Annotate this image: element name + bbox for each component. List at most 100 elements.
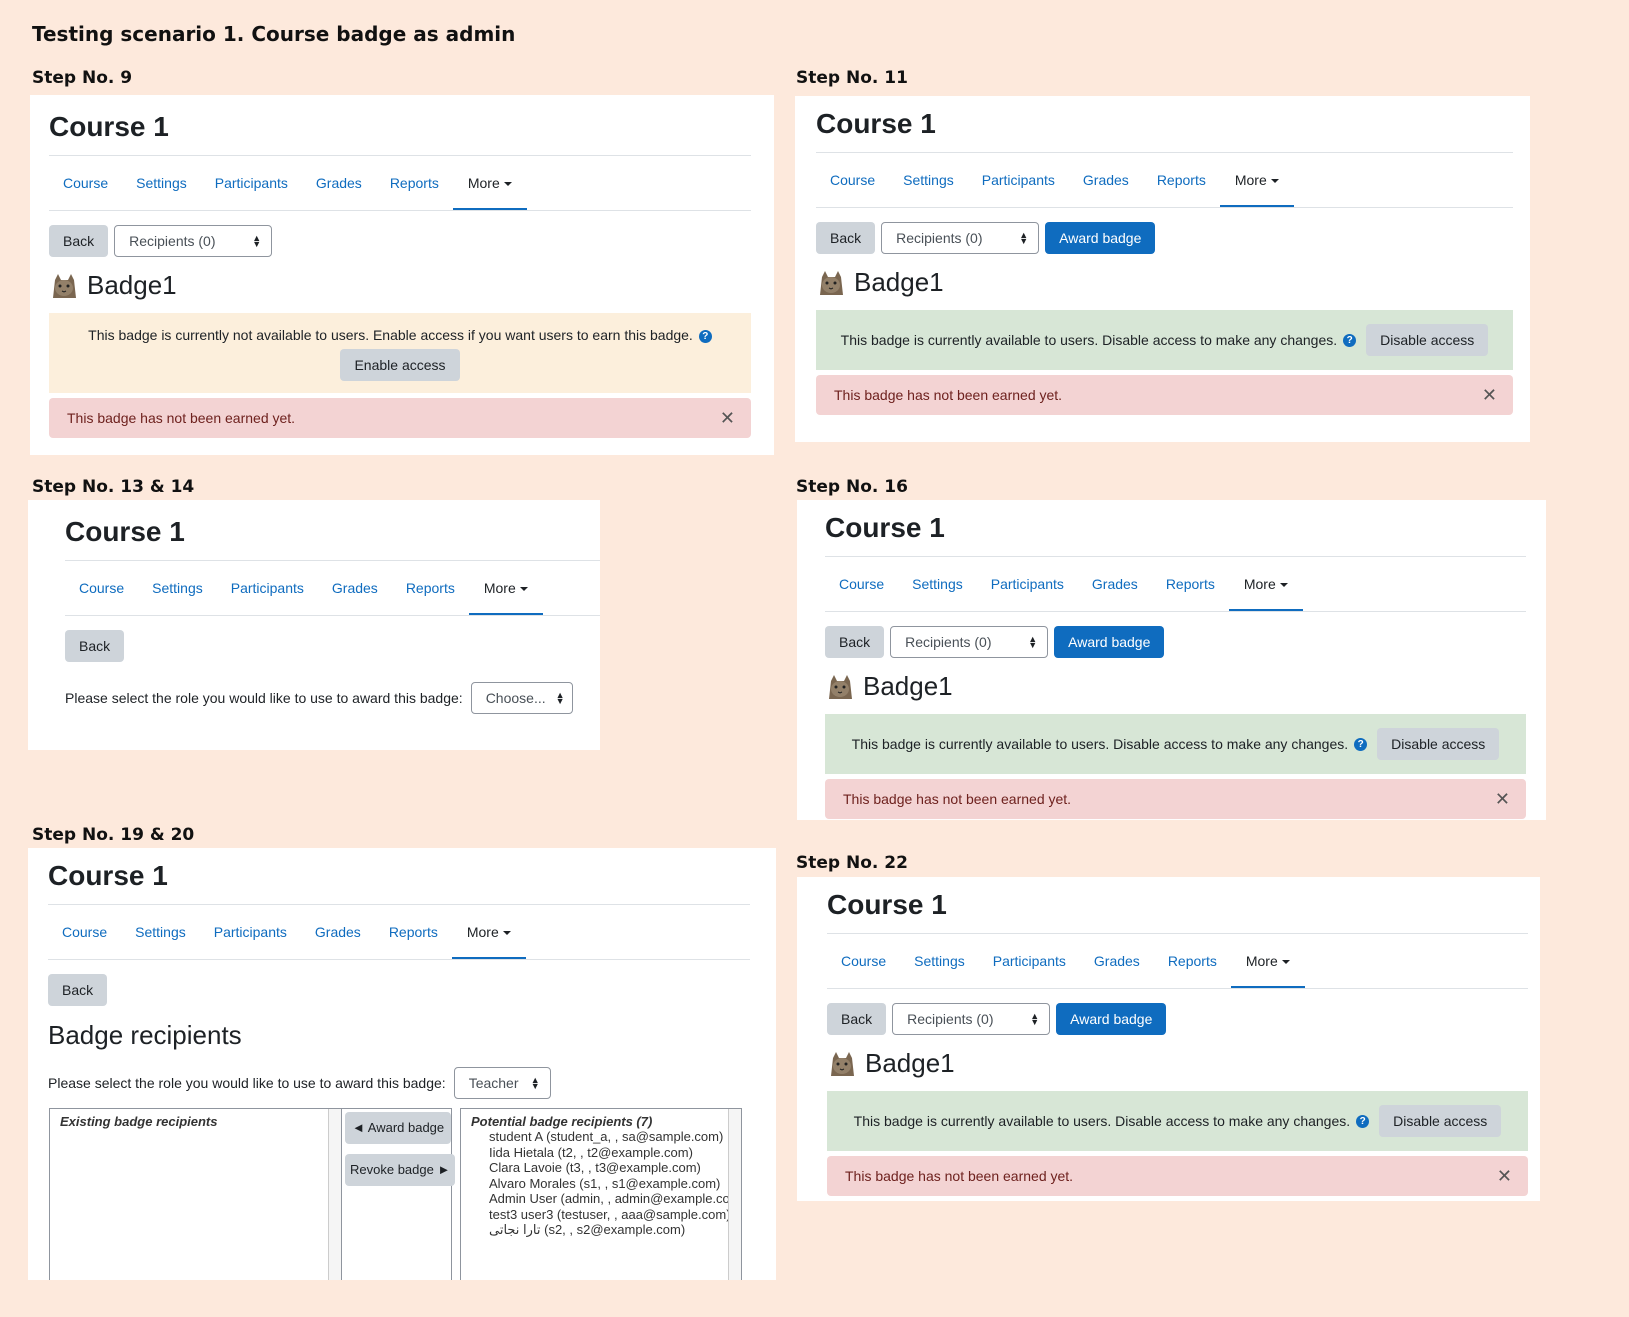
tab-participants[interactable]: Participants xyxy=(217,561,318,615)
tab-participants[interactable]: Participants xyxy=(968,153,1069,207)
back-button[interactable]: Back xyxy=(827,1003,887,1035)
tab-reports[interactable]: Reports xyxy=(1143,153,1220,207)
tab-participants[interactable]: Participants xyxy=(979,934,1080,988)
tab-grades[interactable]: Grades xyxy=(1069,153,1143,207)
revoke-badge-button[interactable]: Revoke badge ► xyxy=(345,1154,456,1186)
availability-alert: This badge is currently available to use… xyxy=(827,1091,1528,1151)
step-16-panel: Course 1 Course Settings Participants Gr… xyxy=(797,500,1546,820)
list-item[interactable]: Iida Hietala (t2, , t2@example.com) xyxy=(461,1145,741,1161)
close-icon[interactable]: ✕ xyxy=(720,408,735,429)
list-item[interactable]: student A (student_a, , sa@sample.com) xyxy=(461,1129,741,1145)
close-icon[interactable]: ✕ xyxy=(1495,789,1510,810)
caret-down-icon xyxy=(1270,179,1279,184)
tab-participants[interactable]: Participants xyxy=(201,156,302,210)
tab-reports[interactable]: Reports xyxy=(1154,934,1231,988)
tab-course[interactable]: Course xyxy=(65,561,138,615)
tab-more-label: More xyxy=(1245,953,1278,969)
award-badge-button[interactable]: Award badge xyxy=(1045,222,1156,254)
recipients-select[interactable]: Recipients (0) ▲ ▼ xyxy=(881,222,1040,254)
secondary-nav: Course Settings Participants Grades Repo… xyxy=(816,153,1513,208)
tab-settings[interactable]: Settings xyxy=(889,153,968,207)
tab-grades[interactable]: Grades xyxy=(302,156,376,210)
recipients-select[interactable]: Recipients (0) ▲ ▼ xyxy=(892,1003,1051,1035)
back-button[interactable]: Back xyxy=(48,974,108,1006)
help-icon[interactable]: ? xyxy=(1354,737,1368,751)
recipients-select-value: Recipients (0) xyxy=(129,233,216,249)
scrollbar[interactable] xyxy=(328,1109,341,1280)
tab-course[interactable]: Course xyxy=(816,153,889,207)
help-icon[interactable]: ? xyxy=(698,329,712,343)
role-select[interactable]: Choose... ▲ ▼ xyxy=(470,682,573,714)
tab-reports[interactable]: Reports xyxy=(392,561,469,615)
role-select[interactable]: Teacher ▲ ▼ xyxy=(453,1067,551,1099)
disable-access-button[interactable]: Disable access xyxy=(1366,324,1489,356)
award-badge-button[interactable]: Award badge xyxy=(1056,1003,1167,1035)
tab-course[interactable]: Course xyxy=(825,557,898,611)
tab-settings[interactable]: Settings xyxy=(898,557,977,611)
tab-more[interactable]: More xyxy=(452,156,527,210)
help-icon[interactable]: ? xyxy=(1343,333,1357,347)
enable-access-button[interactable]: Enable access xyxy=(340,349,460,381)
tab-participants[interactable]: Participants xyxy=(200,905,301,959)
document-title: Testing scenario 1. Course badge as admi… xyxy=(32,22,516,46)
tab-more[interactable]: More xyxy=(1230,934,1305,988)
award-badge-arrow-button[interactable]: ◄ Award badge xyxy=(345,1112,452,1144)
close-icon[interactable]: ✕ xyxy=(1482,385,1497,406)
tab-grades[interactable]: Grades xyxy=(301,905,375,959)
tab-course[interactable]: Course xyxy=(827,934,900,988)
tab-course[interactable]: Course xyxy=(49,156,122,210)
tab-reports[interactable]: Reports xyxy=(376,156,453,210)
back-button[interactable]: Back xyxy=(816,222,876,254)
tab-more[interactable]: More xyxy=(1228,557,1303,611)
tab-grades[interactable]: Grades xyxy=(318,561,392,615)
tab-course[interactable]: Course xyxy=(48,905,121,959)
step-22-label: Step No. 22 xyxy=(796,853,908,873)
disable-access-button[interactable]: Disable access xyxy=(1377,728,1500,760)
list-item[interactable]: test3 user3 (testuser, , aaa@sample.com) xyxy=(461,1207,741,1223)
badge-name: Badge1 xyxy=(865,1047,955,1078)
list-item[interactable]: Admin User (admin, , admin@example.co xyxy=(461,1191,741,1207)
tab-more-label: More xyxy=(483,580,516,596)
role-select-value: Choose... xyxy=(485,690,546,706)
potential-recipients-title: Potential badge recipients (7) xyxy=(471,1114,653,1129)
availability-alert: This badge is currently not available to… xyxy=(49,313,751,393)
close-icon[interactable]: ✕ xyxy=(1497,1166,1512,1187)
list-item[interactable]: Clara Lavoie (t3, , t3@example.com) xyxy=(461,1160,741,1176)
potential-recipients-list[interactable]: Potential badge recipients (7) student A… xyxy=(460,1108,742,1280)
caret-down-icon xyxy=(1279,583,1288,588)
tab-more[interactable]: More xyxy=(468,561,543,615)
list-item[interactable]: تارا نجاتی (s2, , s2@example.com) xyxy=(461,1222,741,1238)
award-badge-button[interactable]: Award badge xyxy=(1054,626,1165,658)
existing-recipients-list[interactable]: Existing badge recipients xyxy=(49,1108,342,1280)
scrollbar[interactable] xyxy=(728,1109,741,1280)
not-earned-alert: This badge has not been earned yet. ✕ xyxy=(827,1156,1528,1196)
recipients-select[interactable]: Recipients (0) ▲ ▼ xyxy=(114,225,273,257)
tab-settings[interactable]: Settings xyxy=(900,934,979,988)
tab-settings[interactable]: Settings xyxy=(138,561,217,615)
help-icon[interactable]: ? xyxy=(1356,1114,1370,1128)
tab-grades[interactable]: Grades xyxy=(1078,557,1152,611)
disable-access-button[interactable]: Disable access xyxy=(1379,1105,1502,1137)
step-11-label: Step No. 11 xyxy=(796,68,908,88)
tab-reports[interactable]: Reports xyxy=(1152,557,1229,611)
step-19-label: Step No. 19 & 20 xyxy=(32,825,195,845)
not-earned-alert: This badge has not been earned yet. ✕ xyxy=(816,375,1513,415)
tab-more[interactable]: More xyxy=(1219,153,1294,207)
back-button[interactable]: Back xyxy=(825,626,885,658)
not-earned-message: This badge has not been earned yet. xyxy=(845,1168,1074,1184)
list-item[interactable]: Alvaro Morales (s1, , s1@example.com) xyxy=(461,1176,741,1192)
tab-settings[interactable]: Settings xyxy=(121,905,200,959)
back-button[interactable]: Back xyxy=(49,225,109,257)
recipients-select-value: Recipients (0) xyxy=(905,634,992,650)
availability-message: This badge is currently not available to… xyxy=(88,327,693,343)
tab-grades[interactable]: Grades xyxy=(1080,934,1154,988)
tab-settings[interactable]: Settings xyxy=(122,156,201,210)
tab-reports[interactable]: Reports xyxy=(375,905,452,959)
cat-badge-icon xyxy=(827,1048,857,1078)
cat-badge-icon xyxy=(825,671,855,701)
tab-more[interactable]: More xyxy=(451,905,526,959)
back-button[interactable]: Back xyxy=(65,630,125,662)
tab-participants[interactable]: Participants xyxy=(977,557,1078,611)
availability-message: This badge is currently available to use… xyxy=(840,332,1338,348)
recipients-select[interactable]: Recipients (0) ▲ ▼ xyxy=(890,626,1049,658)
